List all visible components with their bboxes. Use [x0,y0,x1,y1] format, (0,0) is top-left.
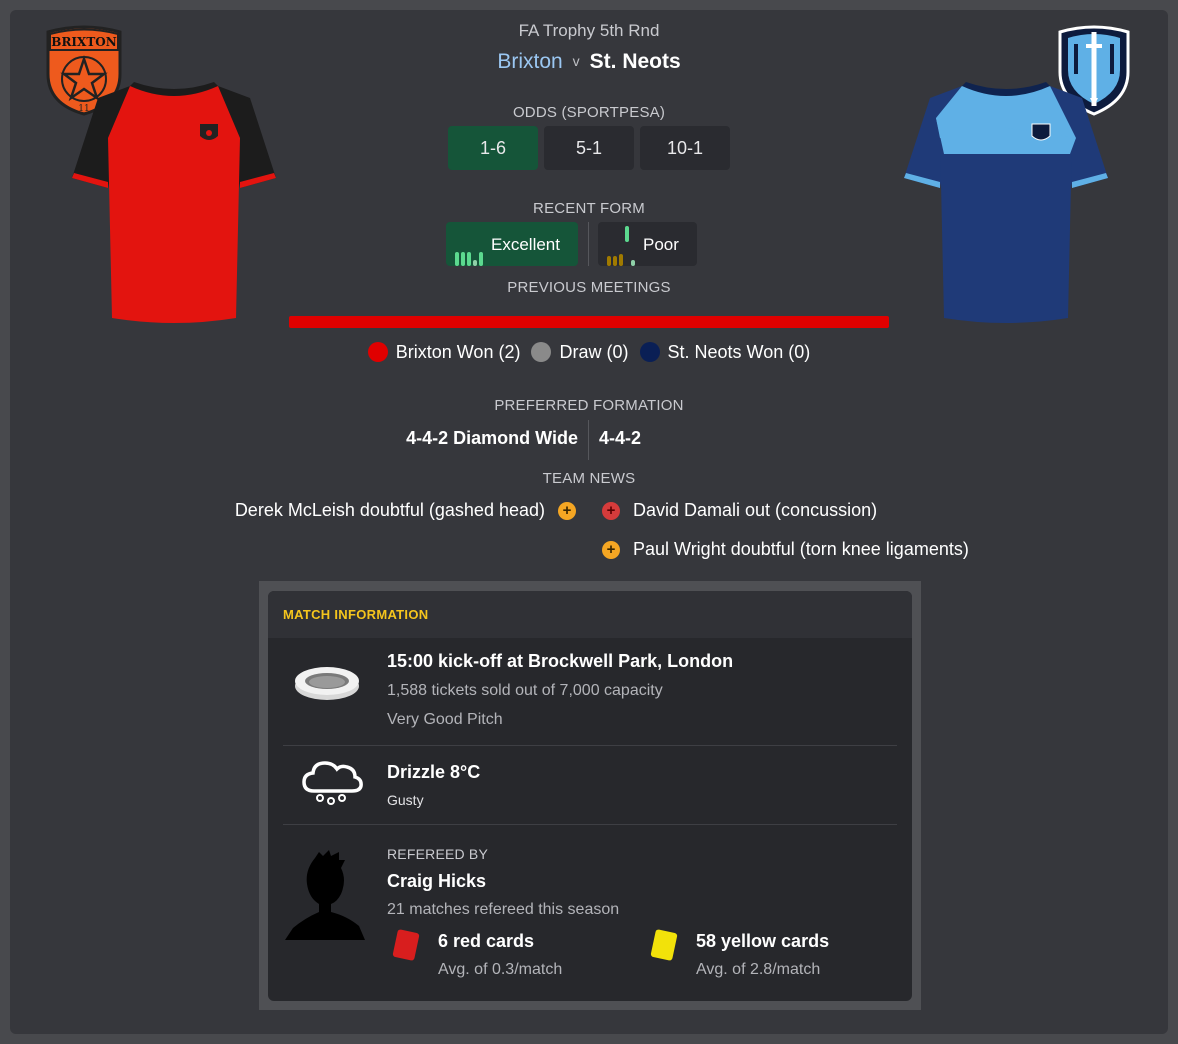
away-won-label: St. Neots Won (0) [667,342,811,362]
draw-dot [531,342,552,362]
wind-condition: Gusty [387,792,424,808]
pitch-condition: Very Good Pitch [387,711,503,728]
away-formation: 4-4-2 [599,428,642,448]
home-won-label: Brixton Won (2) [395,342,521,362]
home-formation: 4-4-2 Diamond Wide [406,428,578,448]
referee-name[interactable]: Craig Hicks [387,871,486,892]
doubtful-icon: + [602,541,620,559]
draw-odds[interactable]: 5-1 [544,126,634,170]
fixture-title: Brixton v St. Neots [0,50,1178,74]
previous-meetings-caption: PREVIOUS MEETINGS [507,279,671,296]
yellow-cards-average: Avg. of 2.8/match [696,961,821,978]
home-news-item[interactable]: Derek McLeish doubtful (gashed head) [100,500,545,521]
refereed-by-caption: REFEREED BY [387,846,488,862]
row-divider [283,824,897,825]
away-news-item[interactable]: David Damali out (concussion) [633,500,1133,521]
recent-form-caption: RECENT FORM [533,200,645,217]
away-news-item[interactable]: Paul Wright doubtful (torn knee ligament… [633,539,1153,560]
kickoff-venue[interactable]: 15:00 kick-off at Brockwell Park, London [387,651,733,672]
match-information-title: MATCH INFORMATION [268,591,912,638]
home-win-odds[interactable]: 1-6 [448,126,538,170]
team-news-caption: TEAM NEWS [542,470,636,487]
previous-meetings-legend: Brixton Won (2) Draw (0) St. Neots Won (… [0,342,1178,363]
drizzle-cloud-icon [302,761,363,805]
tickets-sold: 1,588 tickets sold out of 7,000 capacity [387,682,663,699]
odds-caption: ODDS (SPORTPESA) [512,104,666,121]
yellow-cards-count: 58 yellow cards [696,931,830,951]
away-team-link[interactable]: St. Neots [590,50,681,73]
form-bars-icon [598,220,637,266]
referee-silhouette-icon[interactable] [285,850,367,942]
home-won-dot [367,342,388,362]
stadium-icon [295,667,359,700]
versus-label: v [572,53,580,69]
draw-label: Draw (0) [559,342,629,362]
preferred-formation-caption: PREFERRED FORMATION [494,397,684,414]
referee-matches: 21 matches refereed this season [387,901,620,918]
doubtful-icon: + [558,502,576,520]
away-form-label: Poor [643,235,679,254]
red-cards-average: Avg. of 0.3/match [438,961,563,978]
formation-divider [588,420,589,460]
weather-summary: Drizzle 8°C [387,762,481,782]
home-form-label: Excellent [491,235,560,254]
previous-meetings-bar [289,316,889,328]
injury-out-icon: + [602,502,620,520]
form-bars-icon [446,220,485,266]
home-form-badge[interactable]: Excellent [446,222,578,266]
away-win-odds[interactable]: 10-1 [640,126,730,170]
red-cards-count: 6 red cards [438,931,535,951]
home-team-link[interactable]: Brixton [497,50,562,73]
away-form-badge[interactable]: Poor [598,222,697,266]
away-won-dot [639,342,660,362]
competition-title: FA Trophy 5th Rnd [518,21,660,40]
row-divider [283,745,897,746]
form-divider [588,222,589,266]
